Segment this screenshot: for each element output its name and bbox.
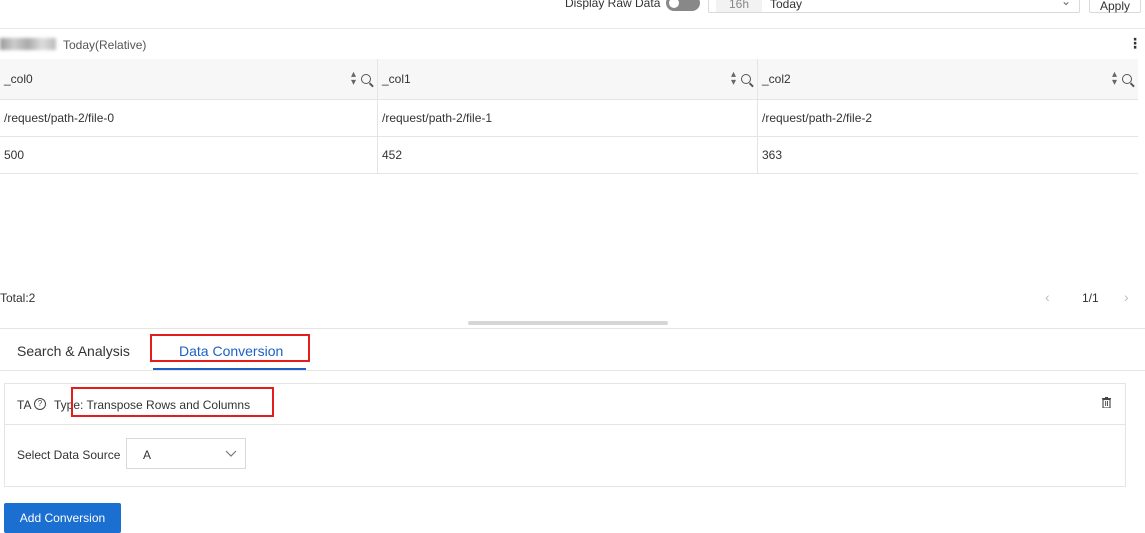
- display-raw-data-label: Display Raw Data: [565, 0, 661, 10]
- more-options-icon[interactable]: ⋮: [1128, 36, 1142, 52]
- tab-search-analysis[interactable]: Search & Analysis: [17, 343, 130, 359]
- trash-icon[interactable]: [1102, 397, 1111, 408]
- total-count: Total:2: [0, 291, 36, 305]
- data-source-label: Select Data Source: [17, 448, 121, 462]
- search-icon[interactable]: [361, 74, 371, 84]
- table-cell: /request/path-2/file-2: [762, 111, 873, 125]
- sort-icon[interactable]: ▴ ▾: [351, 70, 356, 88]
- sort-icon[interactable]: ▴ ▾: [1112, 70, 1117, 88]
- table-row: 500 452 363: [0, 137, 1138, 174]
- help-icon[interactable]: ?: [34, 398, 46, 410]
- chevron-right-icon[interactable]: ›: [1124, 289, 1129, 305]
- tabs-divider: [0, 370, 1145, 371]
- time-range-value: Today: [770, 0, 803, 11]
- panel-divider: [0, 328, 1145, 329]
- column-header-col0: _col0 ▴ ▾: [0, 59, 378, 99]
- page-indicator: 1/1: [1082, 291, 1099, 305]
- column-header-col2: _col2 ▴ ▾: [758, 59, 1138, 99]
- chevron-down-icon: [225, 450, 237, 457]
- search-icon[interactable]: [741, 74, 751, 84]
- chart-time-label: Today(Relative): [63, 38, 147, 52]
- column-header-label: _col0: [4, 72, 33, 86]
- conversion-id: TA: [17, 398, 32, 412]
- table-header: _col0 ▴ ▾ _col1 ▴ ▾ _col2 ▴ ▾: [0, 59, 1138, 100]
- table-row: /request/path-2/file-0 /request/path-2/f…: [0, 100, 1138, 137]
- column-header-col1: _col1 ▴ ▾: [378, 59, 758, 99]
- data-source-value: A: [143, 448, 152, 462]
- sort-icon[interactable]: ▴ ▾: [731, 70, 736, 88]
- blurred-chart-title: [0, 38, 56, 50]
- search-icon[interactable]: [1122, 74, 1132, 84]
- time-range-tag: 16h: [716, 0, 762, 12]
- highlight-box: [150, 334, 310, 362]
- chevron-left-icon[interactable]: ‹: [1045, 289, 1050, 305]
- table-cell: 363: [762, 148, 783, 162]
- add-conversion-button[interactable]: Add Conversion: [4, 503, 121, 533]
- chevron-down-icon: ⌄: [1060, 0, 1071, 8]
- table-cell: /request/path-2/file-1: [378, 100, 758, 136]
- table-cell: 452: [378, 137, 758, 173]
- apply-button[interactable]: Apply: [1089, 0, 1141, 13]
- table-cell: /request/path-2/file-0: [0, 100, 378, 136]
- column-header-label: _col2: [762, 72, 791, 86]
- time-range-picker[interactable]: 16h Today ⌄: [708, 0, 1080, 13]
- column-header-label: _col1: [382, 72, 411, 86]
- resize-handle[interactable]: [468, 321, 668, 325]
- table-cell: 500: [0, 137, 378, 173]
- top-divider: [0, 28, 1145, 29]
- highlight-box: [71, 387, 274, 417]
- display-raw-data-toggle[interactable]: [666, 0, 700, 11]
- result-table: _col0 ▴ ▾ _col1 ▴ ▾ _col2 ▴ ▾ /request/path…: [0, 59, 1138, 174]
- data-source-select[interactable]: A: [126, 438, 246, 469]
